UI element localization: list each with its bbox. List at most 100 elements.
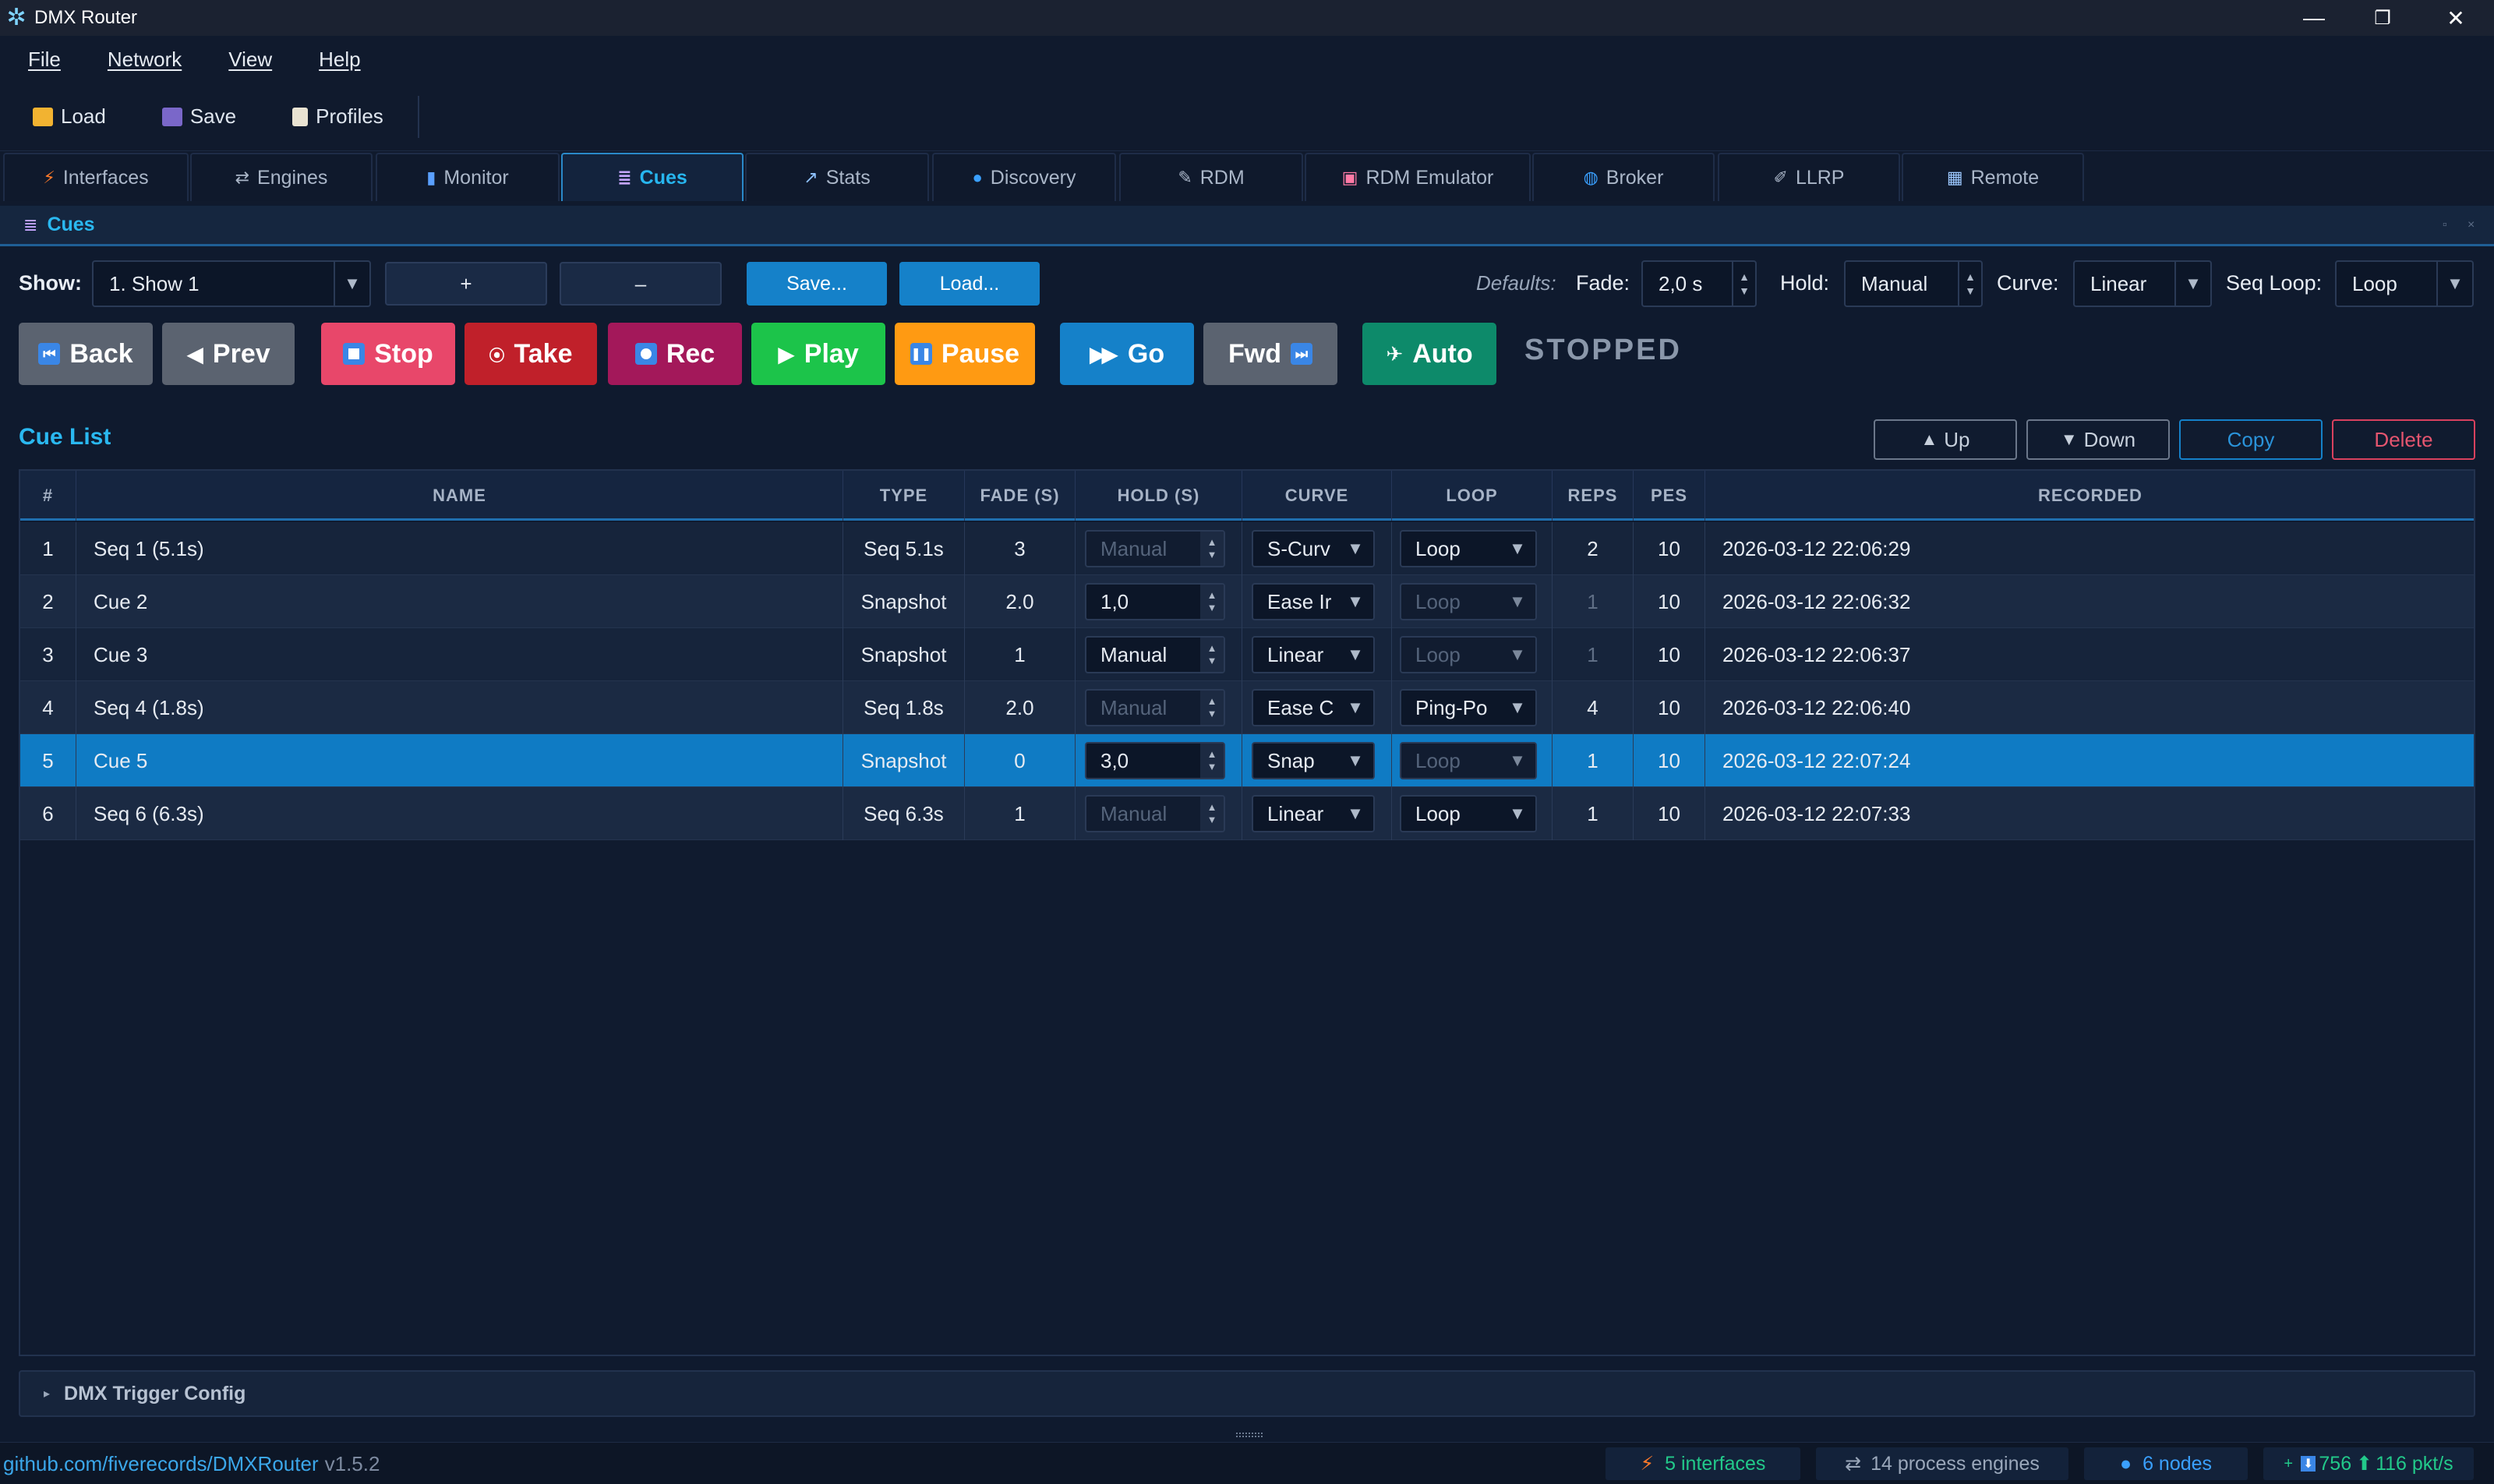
packet-rate-status[interactable]: + ⬇ 756 ⬆ 116 pkt/s <box>2263 1447 2474 1480</box>
menu-network[interactable]: Network <box>108 48 182 72</box>
column-header-fade[interactable]: FADE (S) <box>965 471 1076 521</box>
minimize-button[interactable]: — <box>2277 0 2351 36</box>
tab-llrp[interactable]: ✐ LLRP <box>1718 153 1900 201</box>
spinner-arrows-icon[interactable]: ▲ ▼ <box>1200 744 1224 778</box>
cue-loop-select[interactable]: Loop ▼ <box>1400 636 1537 673</box>
cue-name[interactable]: Seq 6 (6.3s) <box>76 787 843 840</box>
show-select[interactable]: 1. Show 1 ▼ <box>92 260 371 307</box>
spinner-arrows-icon[interactable]: ▲ ▼ <box>1958 262 1981 306</box>
cue-name[interactable]: Cue 5 <box>76 734 843 787</box>
add-show-button[interactable]: + <box>385 262 547 306</box>
go-button[interactable]: ▶▶ Go <box>1060 323 1194 385</box>
menu-file[interactable]: File <box>28 48 61 72</box>
cue-fade[interactable]: 3 <box>965 522 1076 575</box>
table-row[interactable]: 2 Cue 2 Snapshot 2.0 1,0 ▲ ▼ Ease Ir ▼ Loop ▼ 1 10 20… <box>20 575 2474 628</box>
column-header-number[interactable]: # <box>20 471 76 521</box>
cue-fade[interactable]: 2.0 <box>965 681 1076 734</box>
nodes-status[interactable]: ● 6 nodes <box>2084 1447 2248 1480</box>
interfaces-status[interactable]: ⚡ 5 interfaces <box>1606 1447 1800 1480</box>
cue-curve-select[interactable]: Ease Ir ▼ <box>1252 583 1375 620</box>
cue-hold-input[interactable]: Manual ▲ ▼ <box>1085 530 1225 567</box>
tab-stats[interactable]: ↗ Stats <box>745 153 929 201</box>
pause-button[interactable]: ❚❚ Pause <box>895 323 1035 385</box>
close-button[interactable]: ✕ <box>2419 0 2492 36</box>
cue-reps[interactable]: 4 <box>1553 681 1634 734</box>
cue-reps[interactable]: 1 <box>1553 575 1634 628</box>
cue-fade[interactable]: 0 <box>965 734 1076 787</box>
delete-cue-button[interactable]: Delete <box>2332 419 2475 460</box>
load-show-button[interactable]: Load... <box>899 262 1040 306</box>
rec-button[interactable]: Rec <box>608 323 742 385</box>
copy-cue-button[interactable]: Copy <box>2179 419 2323 460</box>
tab-broker[interactable]: ◍ Broker <box>1532 153 1715 201</box>
cue-reps[interactable]: 2 <box>1553 522 1634 575</box>
play-button[interactable]: ▶ Play <box>751 323 885 385</box>
github-link[interactable]: github.com/fiverecords/DMXRouter v1.5.2 <box>3 1452 380 1476</box>
splitter-handle[interactable] <box>1236 1433 1263 1437</box>
menu-view[interactable]: View <box>228 48 272 72</box>
default-hold-input[interactable]: Manual ▲ ▼ <box>1844 260 1983 307</box>
tab-monitor[interactable]: ▮ Monitor <box>376 153 560 201</box>
cue-name[interactable]: Cue 2 <box>76 575 843 628</box>
cue-fade[interactable]: 1 <box>965 628 1076 681</box>
auto-button[interactable]: ✈ Auto <box>1362 323 1496 385</box>
menu-help[interactable]: Help <box>319 48 360 72</box>
cue-hold-input[interactable]: Manual ▲ ▼ <box>1085 636 1225 673</box>
panel-close-icon[interactable]: × <box>2468 218 2482 231</box>
prev-button[interactable]: ◀ Prev <box>162 323 295 385</box>
spinner-arrows-icon[interactable]: ▲ ▼ <box>1200 532 1224 566</box>
engines-status[interactable]: ⇄ 14 process engines <box>1816 1447 2068 1480</box>
column-header-type[interactable]: TYPE <box>843 471 965 521</box>
spinner-arrows-icon[interactable]: ▲ ▼ <box>1200 638 1224 672</box>
spinner-arrows-icon[interactable]: ▲ ▼ <box>1200 691 1224 725</box>
table-row[interactable]: 1 Seq 1 (5.1s) Seq 5.1s 3 Manual ▲ ▼ S-Curv ▼ Loo… <box>20 522 2474 575</box>
cue-curve-select[interactable]: Linear ▼ <box>1252 795 1375 832</box>
table-row[interactable]: 5 Cue 5 Snapshot 0 3,0 ▲ ▼ Snap ▼ Loop ▼ 1 10 2026-03… <box>20 734 2474 787</box>
column-header-recorded[interactable]: RECORDED <box>1705 471 2475 521</box>
tab-engines[interactable]: ⇄ Engines <box>190 153 373 201</box>
cue-loop-select[interactable]: Ping-Po ▼ <box>1400 689 1537 726</box>
cue-loop-select[interactable]: Loop ▼ <box>1400 530 1537 567</box>
table-row[interactable]: 4 Seq 4 (1.8s) Seq 1.8s 2.0 Manual ▲ ▼ Ease C ▼ P… <box>20 681 2474 734</box>
move-down-button[interactable]: ▼ Down <box>2026 419 2170 460</box>
stop-button[interactable]: Stop <box>321 323 455 385</box>
cue-fade[interactable]: 1 <box>965 787 1076 840</box>
cue-loop-select[interactable]: Loop ▼ <box>1400 795 1537 832</box>
cue-loop-select[interactable]: Loop ▼ <box>1400 583 1537 620</box>
column-header-reps[interactable]: REPS <box>1553 471 1634 521</box>
cue-curve-select[interactable]: Snap ▼ <box>1252 742 1375 779</box>
restore-button[interactable]: ❐ <box>2346 0 2419 36</box>
tab-interfaces[interactable]: ⚡ Interfaces <box>3 153 189 201</box>
spinner-arrows-icon[interactable]: ▲ ▼ <box>1732 262 1755 306</box>
dmx-trigger-config-section[interactable]: ▸ DMX Trigger Config <box>19 1370 2475 1417</box>
default-seq-loop-select[interactable]: Loop ▼ <box>2335 260 2474 307</box>
cue-reps[interactable]: 1 <box>1553 787 1634 840</box>
default-curve-select[interactable]: Linear ▼ <box>2073 260 2212 307</box>
table-row[interactable]: 6 Seq 6 (6.3s) Seq 6.3s 1 Manual ▲ ▼ Linear ▼ Loo… <box>20 787 2474 840</box>
remove-show-button[interactable]: – <box>560 262 722 306</box>
tab-rdm-emulator[interactable]: ▣ RDM Emulator <box>1305 153 1531 201</box>
save-button[interactable]: Save <box>161 104 236 129</box>
cue-curve-select[interactable]: Ease C ▼ <box>1252 689 1375 726</box>
take-button[interactable]: ⦿ Take <box>465 323 597 385</box>
cue-hold-input[interactable]: 3,0 ▲ ▼ <box>1085 742 1225 779</box>
column-header-pes[interactable]: PES <box>1634 471 1705 521</box>
tab-remote[interactable]: ▦ Remote <box>1902 153 2084 201</box>
tab-cues[interactable]: ≣ Cues <box>561 153 744 201</box>
cue-hold-input[interactable]: 1,0 ▲ ▼ <box>1085 583 1225 620</box>
cue-hold-input[interactable]: Manual ▲ ▼ <box>1085 689 1225 726</box>
column-header-name[interactable]: NAME <box>76 471 843 521</box>
load-button[interactable]: Load <box>33 104 106 129</box>
fwd-button[interactable]: Fwd ⏭ <box>1203 323 1337 385</box>
panel-undock-icon[interactable]: ▫ <box>2443 218 2457 231</box>
move-up-button[interactable]: ▲ Up <box>1874 419 2017 460</box>
cue-curve-select[interactable]: Linear ▼ <box>1252 636 1375 673</box>
cue-fade[interactable]: 2.0 <box>965 575 1076 628</box>
tab-rdm[interactable]: ✎ RDM <box>1119 153 1303 201</box>
column-header-hold[interactable]: HOLD (S) <box>1076 471 1242 521</box>
cue-name[interactable]: Cue 3 <box>76 628 843 681</box>
cue-curve-select[interactable]: S-Curv ▼ <box>1252 530 1375 567</box>
back-button[interactable]: ⏮ Back <box>19 323 153 385</box>
spinner-arrows-icon[interactable]: ▲ ▼ <box>1200 585 1224 619</box>
column-header-curve[interactable]: CURVE <box>1242 471 1392 521</box>
